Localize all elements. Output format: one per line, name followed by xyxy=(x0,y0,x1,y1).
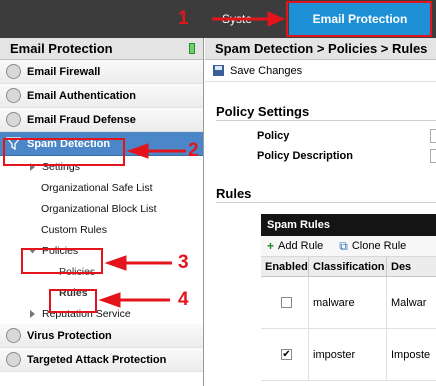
column-header-classification[interactable]: Classification xyxy=(309,257,387,276)
authentication-icon xyxy=(6,88,21,103)
description-cell: Imposte xyxy=(391,348,431,361)
highlight-box-rules xyxy=(49,289,97,313)
description-cell: Malwar xyxy=(391,296,427,309)
add-icon: + xyxy=(267,239,275,253)
table-row[interactable]: ✔ imposter Imposte xyxy=(261,329,436,381)
sidebar-item-label: Email Authentication xyxy=(27,89,136,102)
add-rule-button[interactable]: + Add Rule xyxy=(267,239,323,253)
firewall-icon xyxy=(6,64,21,79)
main-panel: Spam Detection > Policies > Rules Save C… xyxy=(205,38,436,386)
sidebar-item-email-firewall[interactable]: Email Firewall xyxy=(0,60,203,84)
sidebar-header: Email Protection xyxy=(0,38,203,60)
classification-cell: malware xyxy=(309,277,387,328)
virus-icon xyxy=(6,328,21,343)
sidebar: Email Protection Email Firewall Email Au… xyxy=(0,38,204,386)
table-toolbar: + Add Rule ⧉ Clone Rule xyxy=(261,236,436,257)
save-changes-button[interactable]: Save Changes xyxy=(205,60,436,82)
clone-rule-button[interactable]: ⧉ Clone Rule xyxy=(339,239,406,254)
sidebar-item-email-fraud-defense[interactable]: Email Fraud Defense xyxy=(0,108,203,132)
tab-system[interactable]: Syste xyxy=(222,12,252,26)
column-header-enabled[interactable]: Enabled xyxy=(261,257,309,276)
sidebar-sub-block-list[interactable]: Organizational Block List xyxy=(0,198,203,219)
save-icon xyxy=(213,65,224,76)
breadcrumb: Spam Detection > Policies > Rules xyxy=(205,38,436,60)
collapse-icon[interactable] xyxy=(189,43,195,54)
highlight-box-policies xyxy=(21,248,103,274)
sidebar-item-virus-protection[interactable]: Virus Protection xyxy=(0,324,203,348)
step-number-3: 3 xyxy=(178,252,189,273)
spam-rules-table: Spam Rules + Add Rule ⧉ Clone Rule Enabl… xyxy=(261,214,436,386)
sidebar-item-label: Email Firewall xyxy=(27,65,101,78)
policy-label: Policy xyxy=(257,130,290,142)
column-header-description[interactable]: Des xyxy=(387,257,436,276)
sidebar-title: Email Protection xyxy=(10,41,113,56)
clone-rule-label: Clone Rule xyxy=(351,240,407,252)
enabled-cell xyxy=(261,277,309,328)
target-icon xyxy=(6,352,21,367)
sidebar-item-label: Virus Protection xyxy=(27,329,112,342)
highlight-box-spam-detection xyxy=(3,138,125,166)
fraud-defense-icon xyxy=(6,112,21,127)
step-number-1: 1 xyxy=(178,8,189,29)
sidebar-sub-safe-list[interactable]: Organizational Safe List xyxy=(0,177,203,198)
save-changes-label: Save Changes xyxy=(230,64,303,77)
rules-heading: Rules xyxy=(216,186,252,201)
policy-field[interactable] xyxy=(430,129,436,143)
policy-settings-heading: Policy Settings xyxy=(216,104,310,119)
sidebar-item-label: Targeted Attack Protection xyxy=(27,353,167,366)
add-rule-label: Add Rule xyxy=(278,240,324,252)
sidebar-sub-custom-rules[interactable]: Custom Rules xyxy=(0,219,203,240)
enabled-checkbox[interactable] xyxy=(281,297,292,308)
step-number-4: 4 xyxy=(178,289,189,310)
expand-arrow-icon xyxy=(30,309,35,318)
sidebar-sub-rules[interactable]: Rules xyxy=(0,282,203,303)
step-number-2: 2 xyxy=(188,140,199,161)
divider xyxy=(216,202,436,203)
enabled-cell: ✔ xyxy=(261,329,309,380)
highlight-box-email-protection xyxy=(286,1,432,37)
enabled-checkbox[interactable]: ✔ xyxy=(281,349,292,360)
policy-description-field[interactable] xyxy=(430,149,436,163)
policy-description-label: Policy Description xyxy=(257,150,353,162)
table-title: Spam Rules xyxy=(261,214,436,236)
sidebar-sub-reputation-service[interactable]: Reputation Service xyxy=(0,303,203,324)
app-window: Syste Email Protection Email Protection … xyxy=(0,0,436,386)
table-header: Enabled Classification Des xyxy=(261,257,436,277)
clone-icon: ⧉ xyxy=(339,238,348,253)
sidebar-item-targeted-attack-protection[interactable]: Targeted Attack Protection xyxy=(0,348,203,372)
sidebar-item-label: Email Fraud Defense xyxy=(27,113,136,126)
divider xyxy=(216,120,436,121)
classification-cell: imposter xyxy=(309,329,387,380)
sidebar-item-email-authentication[interactable]: Email Authentication xyxy=(0,84,203,108)
table-row[interactable]: malware Malwar xyxy=(261,277,436,329)
